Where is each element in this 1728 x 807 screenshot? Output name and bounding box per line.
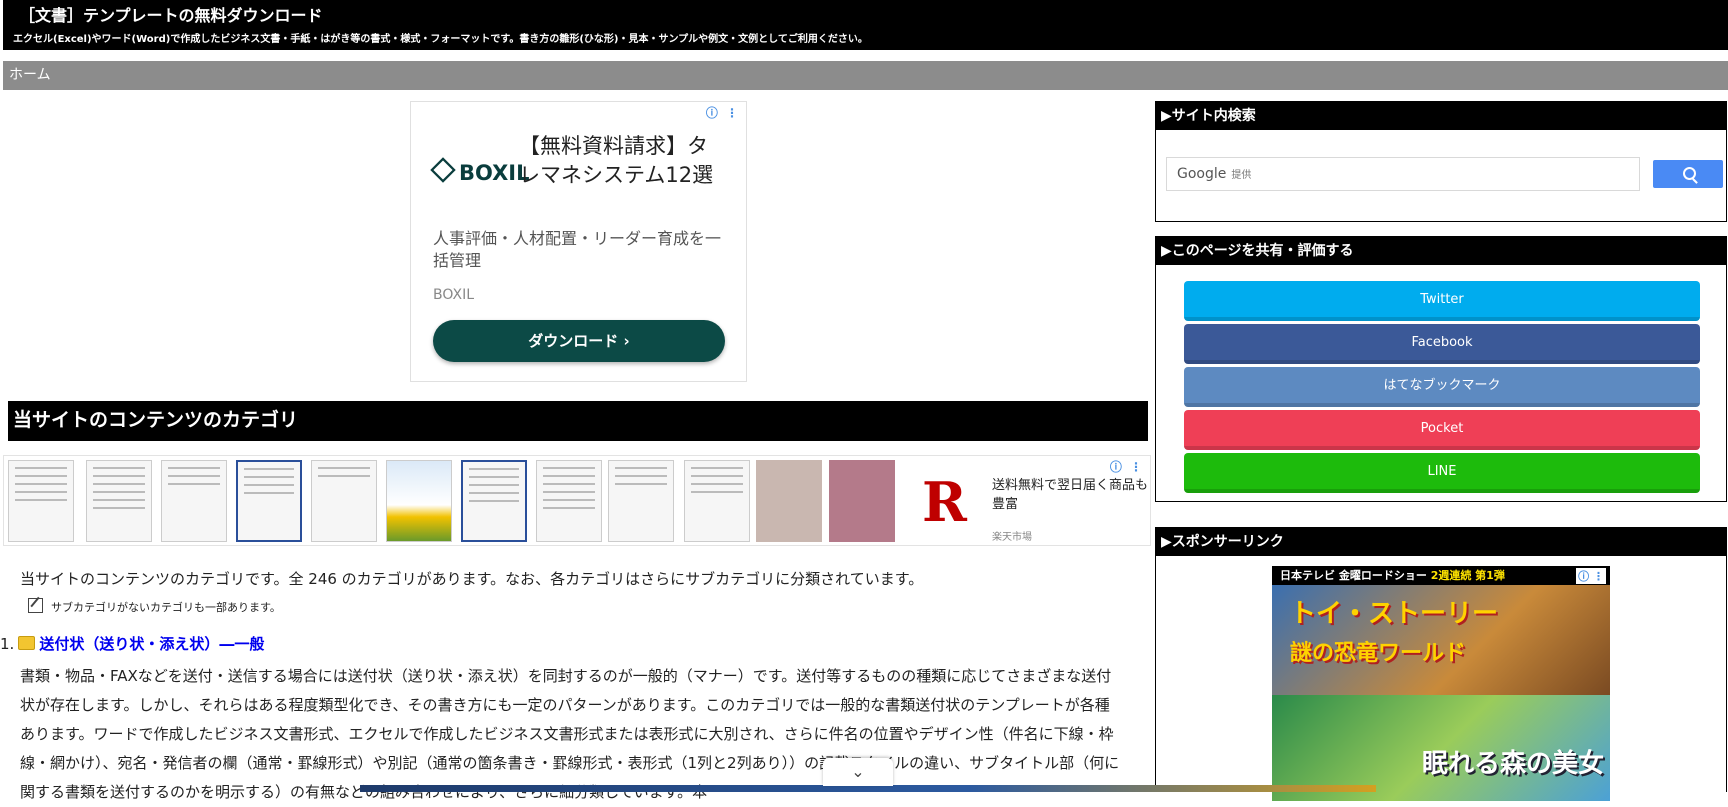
product-thumbnail[interactable] bbox=[461, 460, 527, 542]
twitter-share-button[interactable]: Twitter bbox=[1184, 281, 1700, 321]
ad-choices-icon[interactable]: ⓘ ⋮ bbox=[1576, 568, 1606, 584]
line-share-button[interactable]: LINE bbox=[1184, 453, 1700, 493]
boxil-ad[interactable]: ⓘ ⋮ BOXIL 【無料資料請求】タレマネシステム12選 人事評価・人材配置・… bbox=[410, 101, 747, 382]
product-thumbnail[interactable] bbox=[756, 460, 822, 542]
boxil-logo: BOXIL bbox=[430, 157, 530, 185]
ad-choices-icon[interactable]: ⓘ ⋮ bbox=[1110, 458, 1144, 475]
product-thumbnail[interactable] bbox=[536, 460, 602, 542]
widget-title: ▶サイト内検索 bbox=[1156, 102, 1726, 130]
product-thumbnail[interactable] bbox=[608, 460, 674, 542]
ad-choices-icon[interactable]: ⓘ ⋮ bbox=[706, 104, 740, 121]
google-label: Google 提供 bbox=[1177, 166, 1252, 182]
ad-download-button[interactable]: ダウンロード › bbox=[433, 320, 725, 362]
product-thumbnail[interactable] bbox=[684, 460, 750, 542]
search-input[interactable]: Google 提供 bbox=[1166, 157, 1640, 191]
toy-story-poster[interactable]: トイ・ストーリー 謎の恐竜ワールド bbox=[1272, 585, 1610, 695]
category-link[interactable]: 送付状（送り状・添え状）―一般 bbox=[39, 635, 264, 653]
rakuten-ad-text[interactable]: 送料無料で翌日届く商品も豊富 bbox=[992, 476, 1152, 514]
site-search-widget: ▶サイト内検索 Google 提供 bbox=[1155, 101, 1727, 222]
ad-body: 人事評価・人材配置・リーダー育成を一括管理 bbox=[433, 229, 722, 270]
movie-title: 眠れる森の美女 bbox=[1422, 749, 1605, 779]
category-item: 1. 送付状（送り状・添え状）―一般 bbox=[0, 633, 264, 654]
movie-ad-banner[interactable]: 日本テレビ 金曜ロードショー 2週連続 第1弾 トイ・ストーリー 謎の恐竜ワール… bbox=[1272, 566, 1610, 801]
ad-advertiser: BOXIL bbox=[433, 287, 475, 303]
site-title[interactable]: ［文書］テンプレートの無料ダウンロード bbox=[19, 2, 323, 26]
memo-icon bbox=[28, 598, 43, 613]
categories-intro: 当サイトのコンテンツのカテゴリです。全 246 のカテゴリがあります。なお、各カ… bbox=[20, 570, 924, 588]
rakuten-ad[interactable]: R 送料無料で翌日届く商品も豊富 楽天市場 ⓘ ⋮ bbox=[3, 455, 1151, 546]
movie-title: トイ・ストーリー bbox=[1290, 599, 1499, 629]
subcategory-note: サブカテゴリがないカテゴリも一部あります。 bbox=[28, 598, 281, 615]
breadcrumb-home-link[interactable]: ホーム bbox=[9, 67, 51, 83]
movie-subtitle: 謎の恐竜ワールド bbox=[1290, 641, 1467, 666]
product-thumbnail[interactable] bbox=[829, 460, 895, 542]
site-header: ［文書］テンプレートの無料ダウンロード エクセル(Excel)やワード(Word… bbox=[3, 0, 1728, 50]
sponsor-widget: ▶スポンサーリンク 日本テレビ 金曜ロードショー 2週連続 第1弾 トイ・ストー… bbox=[1155, 527, 1727, 801]
pocket-share-button[interactable]: Pocket bbox=[1184, 410, 1700, 450]
category-number: 1. bbox=[0, 635, 15, 653]
section-heading: 当サイトのコンテンツのカテゴリ bbox=[8, 401, 1148, 441]
breadcrumb: ホーム bbox=[3, 61, 1728, 90]
product-thumbnail[interactable] bbox=[86, 460, 152, 542]
hatena-bookmark-button[interactable]: はてなブックマーク bbox=[1184, 367, 1700, 407]
folder-icon bbox=[18, 636, 36, 650]
rakuten-logo[interactable]: R bbox=[922, 470, 967, 534]
widget-title: ▶このページを共有・評価する bbox=[1156, 237, 1726, 265]
widget-title: ▶スポンサーリンク bbox=[1156, 528, 1726, 556]
banner-header: 日本テレビ 金曜ロードショー 2週連続 第1弾 bbox=[1272, 566, 1610, 585]
product-thumbnail[interactable] bbox=[161, 460, 227, 542]
chevron-down-icon[interactable]: ⌄ bbox=[823, 758, 893, 786]
anchor-ad[interactable] bbox=[360, 785, 1376, 792]
product-thumbnail[interactable] bbox=[386, 460, 452, 542]
search-icon bbox=[1683, 167, 1696, 180]
share-widget: ▶このページを共有・評価する Twitter Facebook はてなブックマー… bbox=[1155, 236, 1727, 502]
product-thumbnail[interactable] bbox=[236, 460, 302, 542]
product-thumbnail[interactable] bbox=[8, 460, 74, 542]
ad-headline[interactable]: 【無料資料請求】タレマネシステム12選 bbox=[519, 132, 719, 190]
facebook-share-button[interactable]: Facebook bbox=[1184, 324, 1700, 364]
boxil-mark-icon bbox=[430, 157, 456, 183]
site-description: エクセル(Excel)やワード(Word)で作成したビジネス文書・手紙・はがき等… bbox=[13, 34, 868, 45]
rakuten-advertiser: 楽天市場 bbox=[992, 532, 1032, 543]
search-button[interactable] bbox=[1653, 160, 1723, 188]
product-thumbnail[interactable] bbox=[311, 460, 377, 542]
